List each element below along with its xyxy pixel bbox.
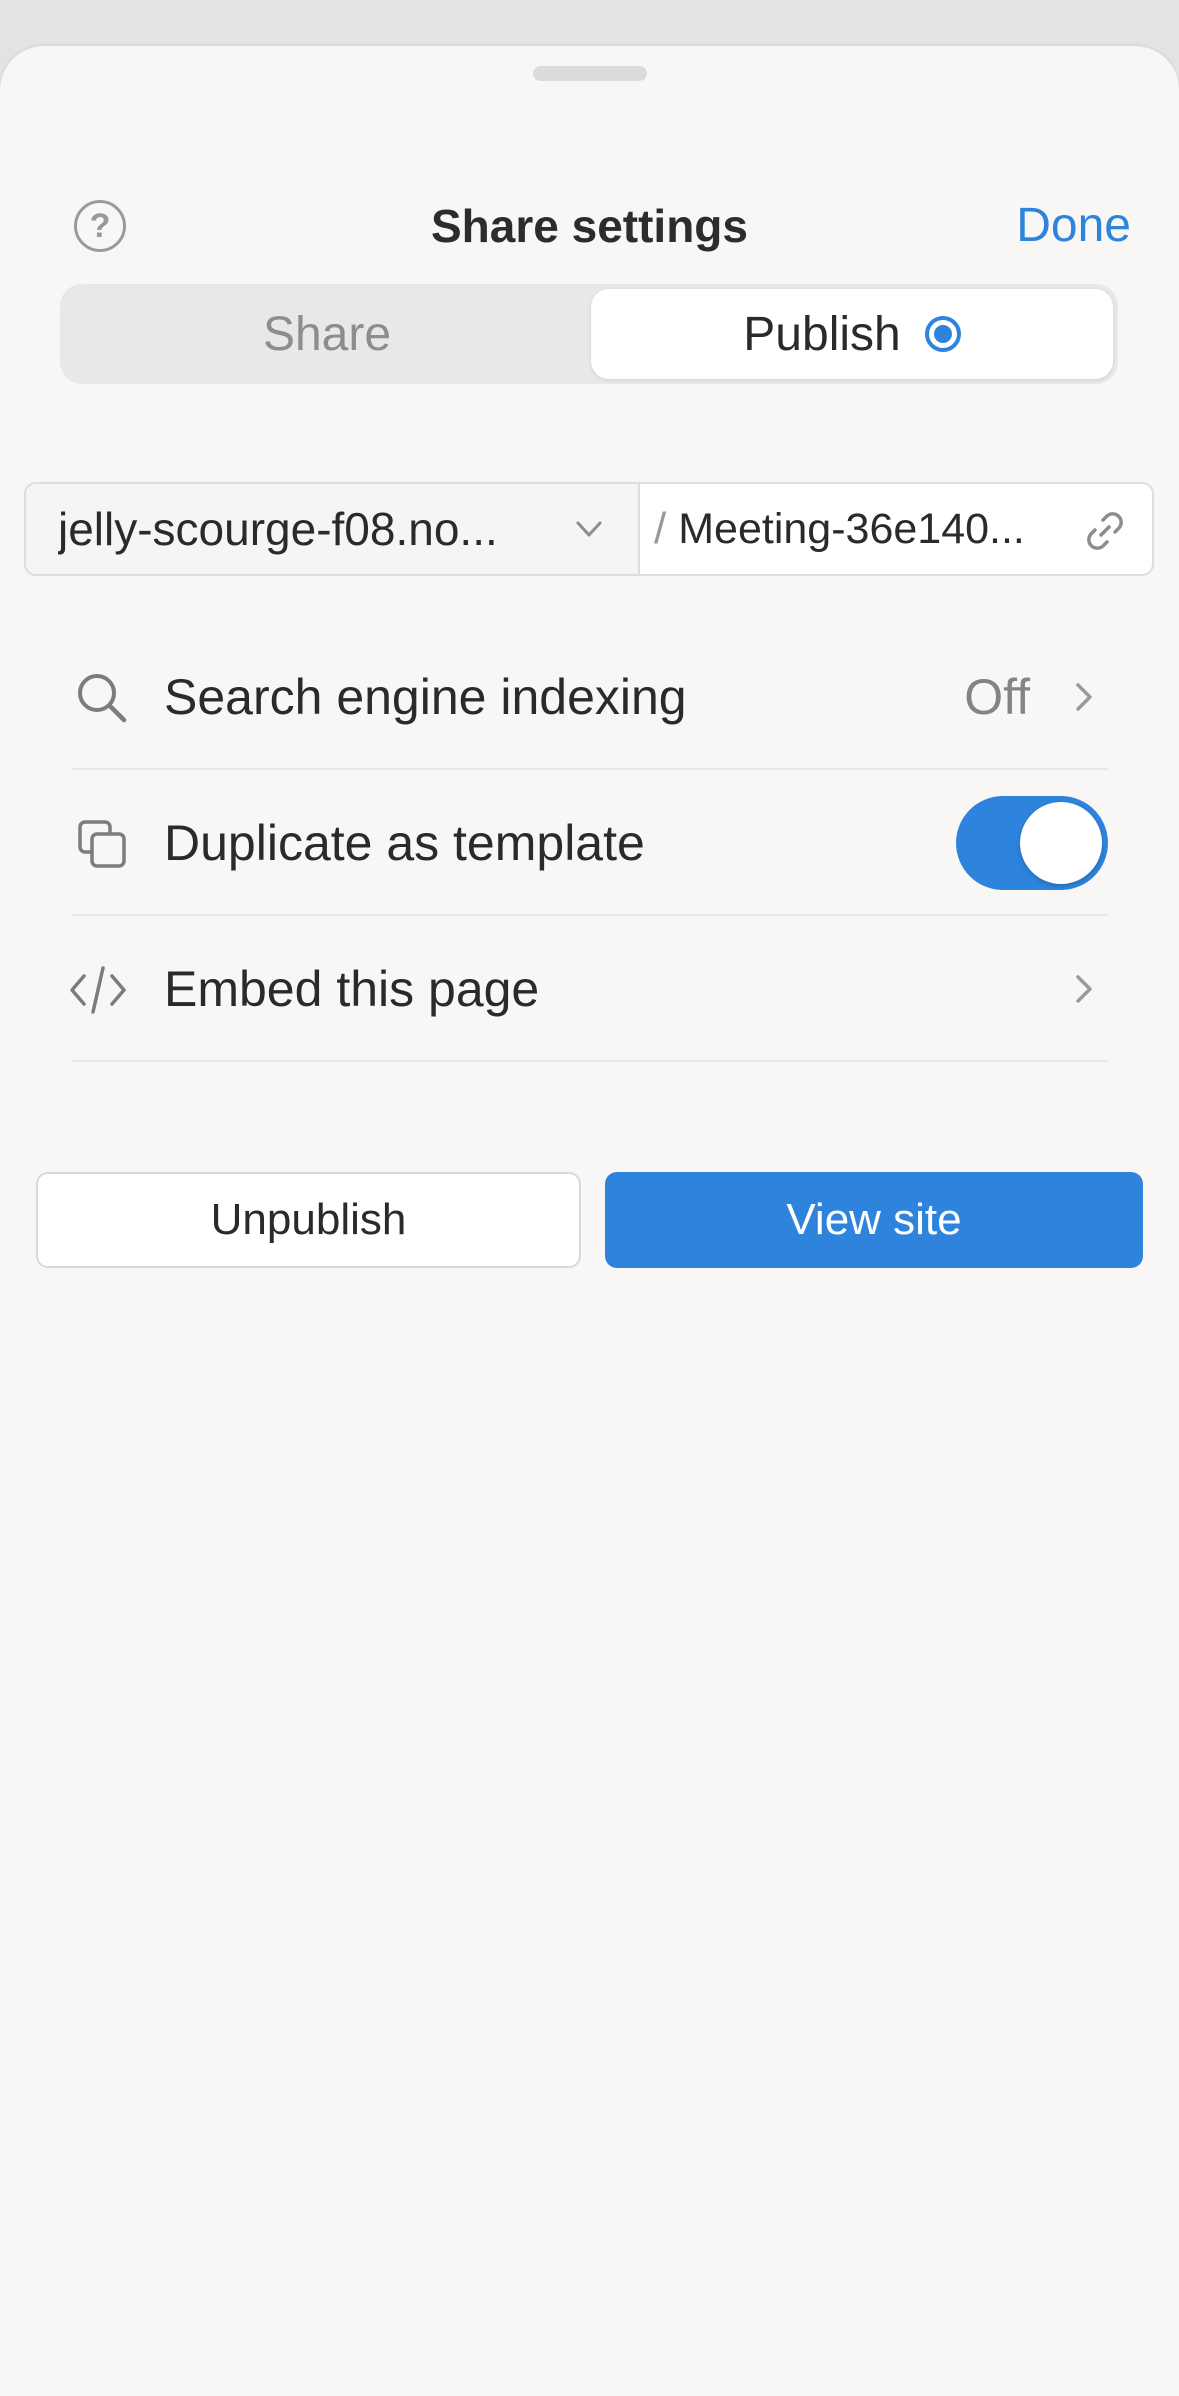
setting-row-embed-page[interactable]: Embed this page <box>70 916 1108 1062</box>
radio-dot-icon <box>924 316 961 352</box>
search-icon <box>78 674 127 723</box>
tab-share[interactable]: Share <box>66 289 588 379</box>
setting-label: Search engine indexing <box>164 669 687 725</box>
setting-value: Off <box>964 669 1030 725</box>
tab-publish-label: Publish <box>743 307 901 361</box>
domain-selector[interactable]: jelly-scourge-f08.no... <box>26 484 640 574</box>
duplicate-template-toggle[interactable] <box>956 796 1108 890</box>
sheet-grabber[interactable] <box>533 66 647 81</box>
share-settings-sheet: ? Share settings Done Share Publish jell… <box>0 46 1179 2396</box>
setting-row-duplicate-template: Duplicate as template <box>72 770 1108 916</box>
url-separator: / <box>654 504 667 553</box>
path-text: Meeting-36e140... <box>678 504 1025 553</box>
unpublish-button[interactable]: Unpublish <box>36 1172 581 1268</box>
duplicate-icon <box>78 820 126 868</box>
link-icon[interactable] <box>1080 506 1130 556</box>
chevron-right-icon <box>1076 975 1092 1003</box>
chevron-right-icon <box>1076 683 1092 711</box>
tab-publish[interactable]: Publish <box>591 289 1113 379</box>
page-title: Share settings <box>431 200 748 252</box>
share-publish-segmented-control: Share Publish <box>60 284 1118 384</box>
done-button[interactable]: Done <box>1016 196 1131 256</box>
view-site-button[interactable]: View site <box>605 1172 1143 1268</box>
toggle-knob <box>1020 802 1102 884</box>
domain-text: jelly-scourge-f08.no... <box>58 503 498 555</box>
published-url-field: jelly-scourge-f08.no... / Meeting-36e140… <box>24 482 1154 576</box>
chevron-down-icon <box>576 521 602 537</box>
setting-label: Duplicate as template <box>164 815 645 871</box>
code-icon <box>70 966 126 1014</box>
setting-label: Embed this page <box>164 961 540 1017</box>
tab-share-label: Share <box>262 307 392 361</box>
setting-row-search-indexing[interactable]: Search engine indexing Off <box>72 624 1108 770</box>
path-field[interactable]: / Meeting-36e140... <box>640 484 1152 574</box>
